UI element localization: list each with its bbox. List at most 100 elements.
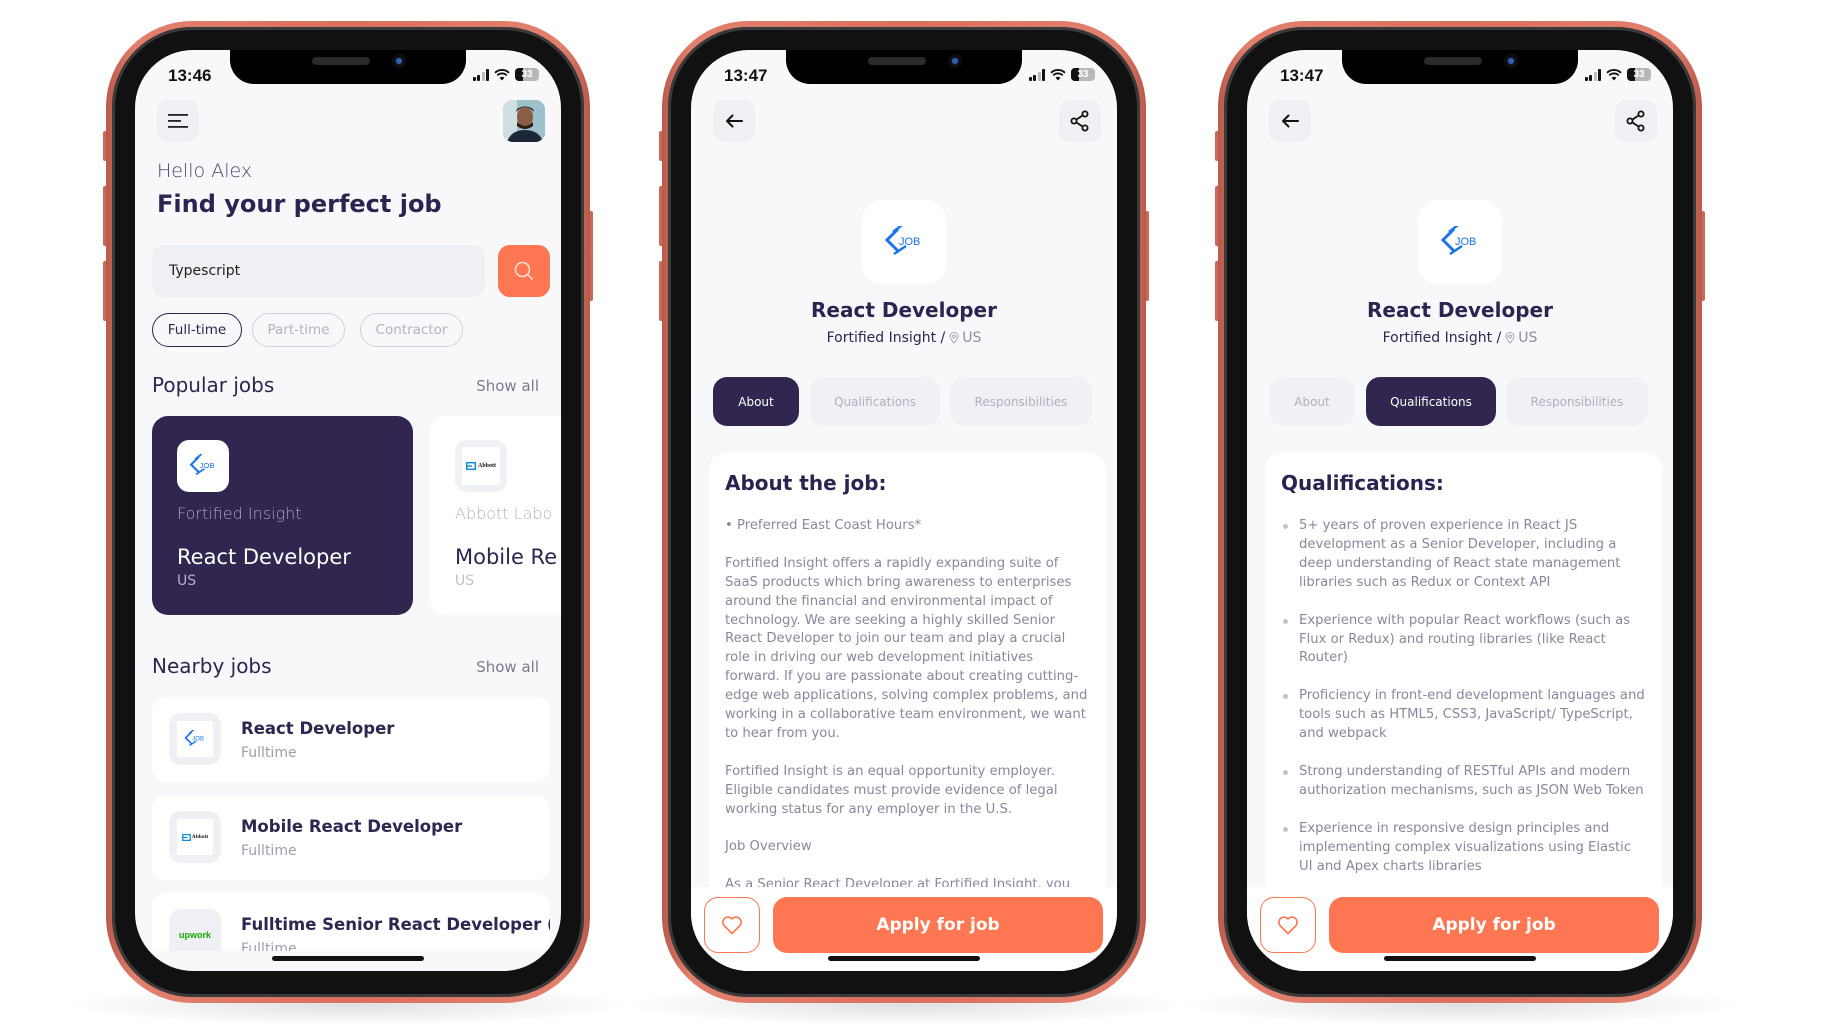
- company-name: Fortified Insight /: [826, 330, 946, 346]
- nearby-job-item[interactable]: Abbott Mobile React Developer Fulltime: [152, 795, 550, 880]
- company-name: Fortified Insight /: [1382, 330, 1502, 346]
- signal-icon: [1028, 68, 1045, 81]
- status-icons: 33: [1028, 68, 1095, 81]
- popular-card-role: React Developer: [177, 545, 351, 569]
- arrow-left-icon: [726, 114, 743, 128]
- job-location: US: [1518, 330, 1538, 346]
- job-logo-icon: JOB: [189, 454, 215, 476]
- company-logo: JOB: [1418, 200, 1502, 284]
- avatar[interactable]: [503, 100, 545, 142]
- headline: Find your perfect job: [157, 190, 442, 218]
- svg-text:JOB: JOB: [899, 236, 920, 248]
- signal-icon: [472, 68, 489, 81]
- popular-card-company: Abbott Labo: [455, 504, 553, 523]
- status-time: 13:47: [1280, 66, 1324, 85]
- apply-button[interactable]: Apply for job: [1329, 897, 1659, 953]
- company-logo: JOB: [862, 200, 946, 284]
- tab-responsibilities[interactable]: Responsibilities: [1506, 377, 1648, 426]
- svg-text:JOB: JOB: [200, 461, 215, 470]
- company-logo: JOB: [177, 440, 229, 492]
- home-indicator[interactable]: [1384, 956, 1536, 961]
- filter-chip-contractor[interactable]: Contractor: [360, 313, 463, 347]
- about-paragraph: Fortified Insight is an equal opportunit…: [725, 763, 1058, 817]
- wifi-icon: [494, 68, 510, 80]
- qualifications-list: 5+ years of proven experience in React J…: [1281, 517, 1646, 877]
- camera-icon: [392, 54, 406, 68]
- qualifications-section: Qualifications: 5+ years of proven exper…: [1265, 453, 1662, 923]
- status-time: 13:46: [168, 66, 212, 85]
- home-screen: 13:46 33 Hello Alex Find your perfect jo…: [135, 50, 561, 971]
- tab-qualifications[interactable]: Qualifications: [1366, 377, 1496, 426]
- about-paragraph: • Preferred East Coast Hours*: [725, 518, 922, 533]
- filter-chip-full-time[interactable]: Full-time: [152, 313, 242, 347]
- popular-job-card[interactable]: JOB Fortified Insight React Developer US: [152, 416, 413, 615]
- nearby-show-all-link[interactable]: Show all: [476, 658, 539, 676]
- phone-home: 13:46 33 Hello Alex Find your perfect jo…: [76, 21, 620, 1024]
- favorite-button[interactable]: [704, 897, 760, 953]
- signal-icon: [1584, 68, 1601, 81]
- camera-icon: [948, 54, 962, 68]
- popular-card-company: Fortified Insight: [177, 504, 302, 523]
- search-input[interactable]: Typescript: [152, 245, 485, 297]
- filter-chip-part-time[interactable]: Part-time: [252, 313, 345, 347]
- tab-about[interactable]: About: [1269, 377, 1355, 426]
- battery-icon: 33: [515, 68, 539, 81]
- tab-qualifications[interactable]: Qualifications: [810, 377, 940, 426]
- notch: [1342, 50, 1578, 84]
- nearby-job-item[interactable]: upwork Fulltime Senior React Developer (…: [152, 893, 550, 951]
- search-button[interactable]: [498, 245, 550, 297]
- company-logo: upwork: [169, 909, 221, 951]
- phone-detail-about: 13:47 33 JOB React Developer Fortified I…: [632, 21, 1176, 1024]
- phone-detail-qualifications: 13:47 33 JOB React Developer Fortified I…: [1188, 21, 1732, 1024]
- heart-icon: [1278, 916, 1298, 935]
- section-title: About the job:: [725, 471, 887, 495]
- job-location: US: [962, 330, 982, 346]
- nearby-job-title: React Developer: [241, 719, 395, 738]
- notch: [786, 50, 1022, 84]
- wifi-icon: [1606, 68, 1622, 80]
- search-icon: [514, 261, 534, 281]
- location-pin-icon: [1505, 332, 1515, 344]
- tab-about[interactable]: About: [713, 377, 799, 426]
- qualification-item: Experience in responsive design principl…: [1281, 820, 1646, 877]
- svg-text:JOB: JOB: [1455, 236, 1476, 248]
- nearby-job-item[interactable]: JOB React Developer Fulltime: [152, 697, 550, 782]
- job-detail-screen: 13:47 33 JOB React Developer Fortified I…: [1247, 50, 1673, 971]
- popular-jobs-title: Popular jobs: [152, 373, 275, 397]
- job-logo-icon: JOB: [1440, 226, 1476, 256]
- abbott-logo-icon: Abbott: [177, 819, 213, 855]
- back-button[interactable]: [713, 100, 755, 142]
- back-button[interactable]: [1269, 100, 1311, 142]
- upwork-logo-icon: upwork: [178, 930, 211, 940]
- favorite-button[interactable]: [1260, 897, 1316, 953]
- share-button[interactable]: [1059, 100, 1101, 142]
- job-logo-icon: JOB: [884, 226, 920, 256]
- popular-show-all-link[interactable]: Show all: [476, 377, 539, 395]
- tab-responsibilities[interactable]: Responsibilities: [950, 377, 1092, 426]
- battery-icon: 33: [1071, 68, 1095, 81]
- apply-button[interactable]: Apply for job: [773, 897, 1103, 953]
- job-title: React Developer: [1367, 298, 1553, 322]
- job-title: React Developer: [811, 298, 997, 322]
- abbott-logo-icon: Abbott: [462, 447, 500, 485]
- popular-card-location: US: [455, 573, 475, 589]
- popular-card-role: Mobile Re: [455, 545, 558, 569]
- search-input-value: Typescript: [169, 263, 241, 279]
- about-paragraph: Job Overview: [725, 839, 812, 855]
- nearby-job-type: Fulltime: [241, 745, 297, 761]
- menu-button[interactable]: [157, 100, 199, 142]
- nearby-job-title: Mobile React Developer: [241, 817, 463, 836]
- popular-job-card[interactable]: Abbott Abbott Labo Mobile Re US: [430, 416, 561, 615]
- about-paragraph: Fortified Insight offers a rapidly expan…: [725, 555, 1088, 741]
- home-indicator[interactable]: [828, 956, 980, 961]
- battery-icon: 33: [1627, 68, 1651, 81]
- share-button[interactable]: [1615, 100, 1657, 142]
- qualification-item: Strong understanding of RESTful APIs and…: [1281, 763, 1646, 801]
- popular-card-location: US: [177, 573, 197, 589]
- company-logo: JOB: [169, 713, 221, 765]
- job-subtitle: Fortified Insight / US: [691, 330, 1117, 346]
- home-indicator[interactable]: [272, 956, 424, 961]
- status-icons: 33: [1584, 68, 1651, 81]
- wifi-icon: [1050, 68, 1066, 80]
- status-time: 13:47: [724, 66, 768, 85]
